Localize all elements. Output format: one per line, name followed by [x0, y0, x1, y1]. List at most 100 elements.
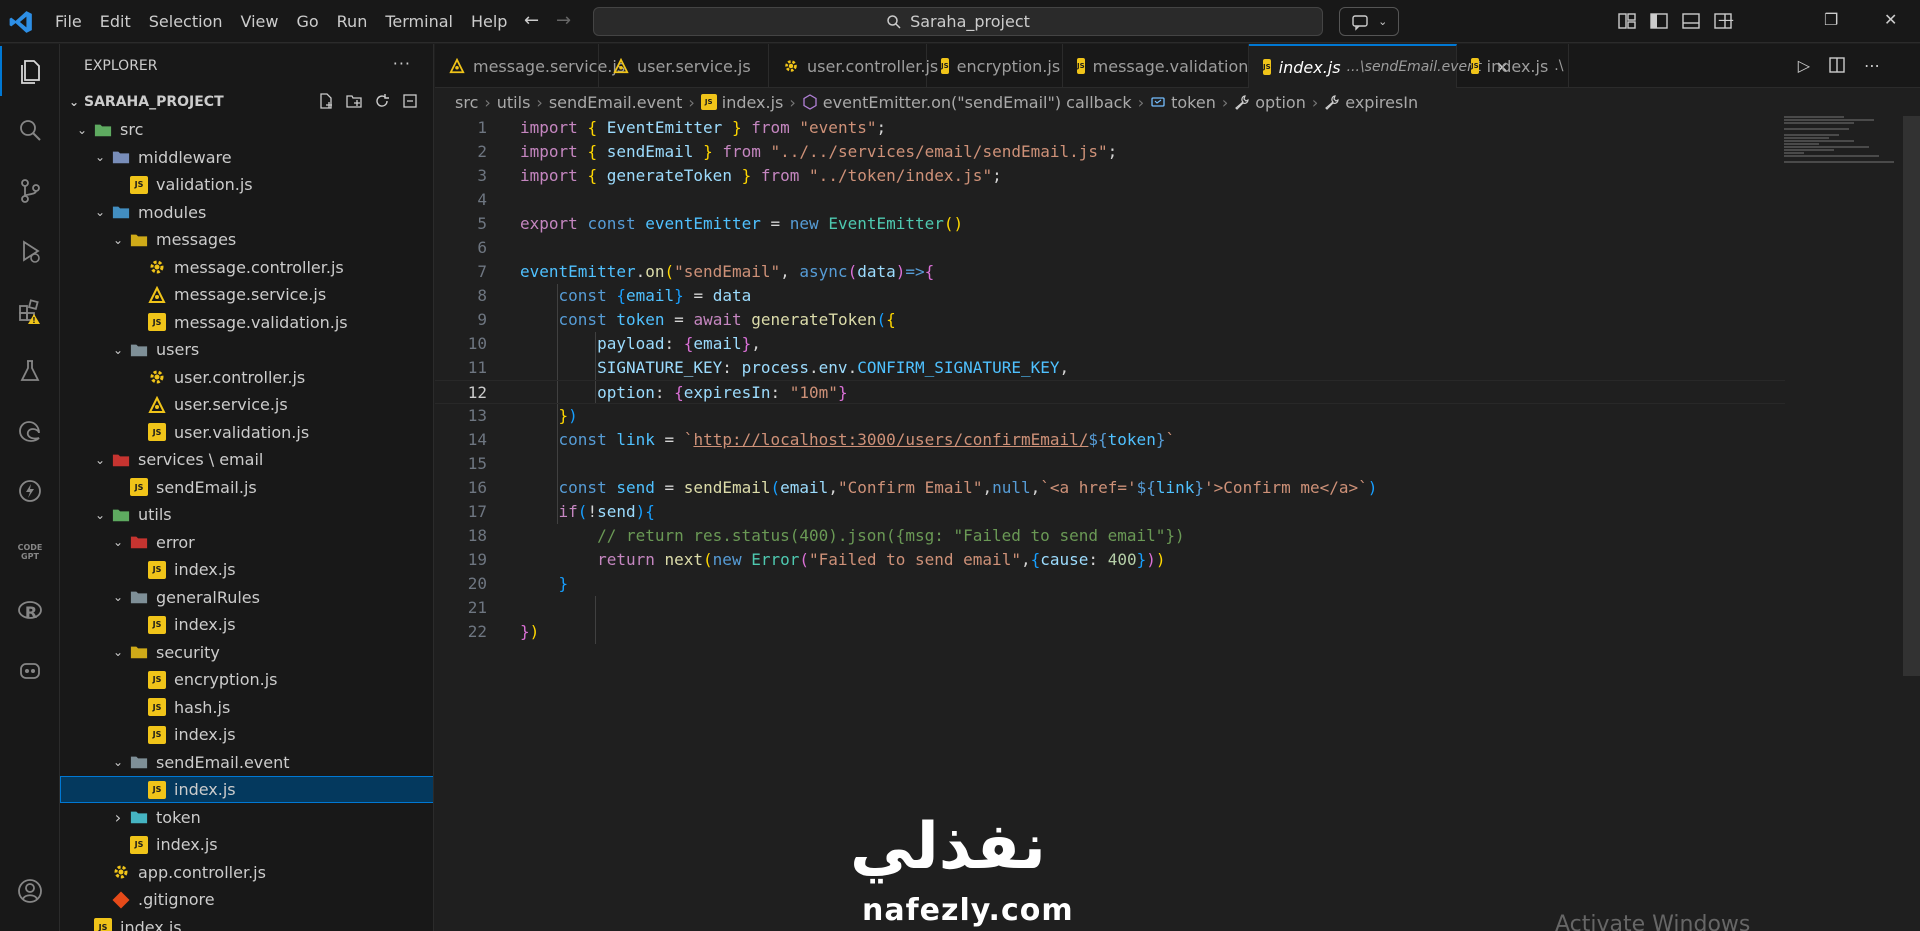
- tree-file[interactable]: message.service.js: [60, 281, 433, 308]
- breadcrumb-index-js[interactable]: index.js: [722, 93, 784, 112]
- tree-folder[interactable]: ⌄ services \ email: [60, 446, 433, 473]
- tree-file[interactable]: JS index.js: [60, 611, 433, 638]
- tree-folder[interactable]: ⌄ generalRules: [60, 584, 433, 611]
- tab-message-validation-js[interactable]: JS message.validation.js: [1063, 44, 1266, 88]
- tree-folder[interactable]: ⌄ utils: [60, 501, 433, 528]
- tree-folder[interactable]: ⌄ modules: [60, 199, 433, 226]
- breadcrumb-utils[interactable]: utils: [497, 93, 531, 112]
- forward-arrow-icon[interactable]: →: [556, 10, 571, 31]
- search-text: Saraha_project: [910, 12, 1030, 31]
- tab-user-controller-js[interactable]: user.controller.js: [769, 44, 938, 88]
- tab-index-js[interactable]: JS index.js ...\sendEmail.event ✕: [1249, 44, 1509, 88]
- tree-file[interactable]: .gitignore: [60, 886, 433, 913]
- tree-file[interactable]: message.controller.js: [60, 254, 433, 281]
- vertical-scrollbar[interactable]: [1903, 116, 1920, 676]
- extensions-activity[interactable]: !: [0, 286, 60, 336]
- tree-file[interactable]: JS sendEmail.js: [60, 474, 433, 501]
- restore-icon[interactable]: ❐: [1824, 10, 1838, 29]
- customize-layout-icon[interactable]: [1617, 11, 1637, 31]
- split-editor-icon[interactable]: [1828, 56, 1846, 74]
- minimize-icon[interactable]: —: [1718, 10, 1734, 29]
- search-activity[interactable]: [0, 106, 60, 156]
- tree-folder[interactable]: ⌄ src: [60, 116, 433, 143]
- run-play-icon[interactable]: ▷: [1798, 56, 1810, 75]
- tree-item-label: message.controller.js: [174, 257, 344, 277]
- tree-file[interactable]: JS user.validation.js: [60, 419, 433, 446]
- tab-message-service-js[interactable]: message.service.js: [435, 44, 625, 88]
- close-window-icon[interactable]: ✕: [1884, 10, 1897, 29]
- tree-file[interactable]: JS index.js: [60, 721, 433, 748]
- js-file-icon: JS: [148, 670, 166, 689]
- tab-user-service-js[interactable]: user.service.js: [599, 44, 769, 88]
- run-debug-activity[interactable]: [0, 226, 60, 276]
- tree-file[interactable]: JS index.js: [60, 776, 433, 803]
- menu-view[interactable]: View: [232, 0, 288, 43]
- tree-item-label: validation.js: [156, 175, 253, 194]
- breadcrumb-callback[interactable]: eventEmitter.on("sendEmail") callback: [823, 93, 1132, 112]
- menu-selection[interactable]: Selection: [140, 0, 232, 43]
- tree-file[interactable]: JS hash.js: [60, 694, 433, 721]
- tree-file[interactable]: JS index.js: [60, 914, 433, 931]
- menu-help[interactable]: Help: [462, 0, 516, 43]
- accounts-activity[interactable]: [0, 866, 60, 916]
- explorer-activity[interactable]: [0, 46, 60, 96]
- tree-file[interactable]: JS index.js: [60, 831, 433, 858]
- menu-edit[interactable]: Edit: [91, 0, 140, 43]
- tab-index-js[interactable]: JS index.js .\: [1457, 44, 1569, 88]
- tree-file[interactable]: JS encryption.js: [60, 666, 433, 693]
- code-line: 7 eventEmitter.on("sendEmail", async(data…: [477, 262, 935, 281]
- more-actions-icon[interactable]: ···: [393, 54, 411, 73]
- tree-file[interactable]: user.service.js: [60, 391, 433, 418]
- r-logo-icon: R: [18, 601, 42, 622]
- tab-label: user.service.js: [637, 56, 751, 76]
- copilot-button[interactable]: ⌄: [1339, 7, 1399, 36]
- menu-file[interactable]: File: [46, 0, 91, 43]
- tree-folder[interactable]: ⌄ users: [60, 336, 433, 363]
- breadcrumb-sendemail-event[interactable]: sendEmail.event: [549, 93, 683, 112]
- r-language-activity[interactable]: R: [0, 586, 60, 636]
- more-actions-icon[interactable]: ⋯: [1864, 56, 1880, 75]
- tree-folder[interactable]: ⌄ sendEmail.event: [60, 749, 433, 776]
- menu-terminal[interactable]: Terminal: [376, 0, 462, 43]
- thunder-client-activity[interactable]: [0, 466, 60, 516]
- refresh-icon[interactable]: [373, 92, 391, 110]
- source-control-activity[interactable]: [0, 166, 60, 216]
- menu-go[interactable]: Go: [287, 0, 327, 43]
- project-section-header[interactable]: ⌄ SARAHA_PROJECT: [60, 88, 433, 116]
- back-arrow-icon[interactable]: ←: [524, 10, 539, 31]
- tree-file[interactable]: JS validation.js: [60, 171, 433, 198]
- tab-encryption-js[interactable]: JS encryption.js: [927, 44, 1063, 88]
- tree-folder[interactable]: ⌄ middleware: [60, 144, 433, 171]
- new-file-icon[interactable]: [317, 92, 335, 110]
- menu-run[interactable]: Run: [328, 0, 377, 43]
- testing-activity[interactable]: [0, 346, 60, 396]
- breadcrumb-expiresin[interactable]: expiresIn: [1345, 93, 1418, 112]
- new-folder-icon[interactable]: [345, 92, 363, 110]
- copilot-activity[interactable]: [0, 646, 60, 696]
- tree-file[interactable]: user.controller.js: [60, 364, 433, 391]
- code-line: 11 SIGNATURE_KEY: process.env.CONFIRM_SI…: [467, 358, 1070, 377]
- toggle-primary-sidebar-icon[interactable]: [1649, 11, 1669, 31]
- tree-folder[interactable]: ⌄ security: [60, 639, 433, 666]
- chevron-down-icon: ⌄: [94, 507, 106, 522]
- edge-devtools-activity[interactable]: [0, 406, 60, 456]
- breadcrumb-option[interactable]: option: [1255, 93, 1306, 112]
- chevron-down-icon: ⌄: [1378, 15, 1388, 28]
- tree-folder[interactable]: ⌄ messages: [60, 226, 433, 253]
- codegpt-icon: CODEGPT: [18, 543, 43, 561]
- codegpt-activity[interactable]: CODE GPT: [0, 526, 60, 576]
- breadcrumb-src[interactable]: src: [455, 93, 478, 112]
- folder-icon: [130, 588, 148, 606]
- folder-icon: [130, 753, 148, 771]
- command-center-search[interactable]: Saraha_project: [593, 7, 1323, 36]
- toggle-panel-icon[interactable]: [1681, 11, 1701, 31]
- breadcrumb-token[interactable]: token: [1171, 93, 1216, 112]
- collapse-all-icon[interactable]: [401, 92, 419, 110]
- tree-folder[interactable]: ⌄ error: [60, 529, 433, 556]
- tree-file[interactable]: app.controller.js: [60, 859, 433, 886]
- code-editor[interactable]: 1 import { EventEmitter } from "events"; …: [435, 116, 1920, 931]
- tree-folder[interactable]: › token: [60, 804, 433, 831]
- tree-file[interactable]: JS message.validation.js: [60, 309, 433, 336]
- minimap[interactable]: [1784, 116, 1904, 176]
- tree-file[interactable]: JS index.js: [60, 556, 433, 583]
